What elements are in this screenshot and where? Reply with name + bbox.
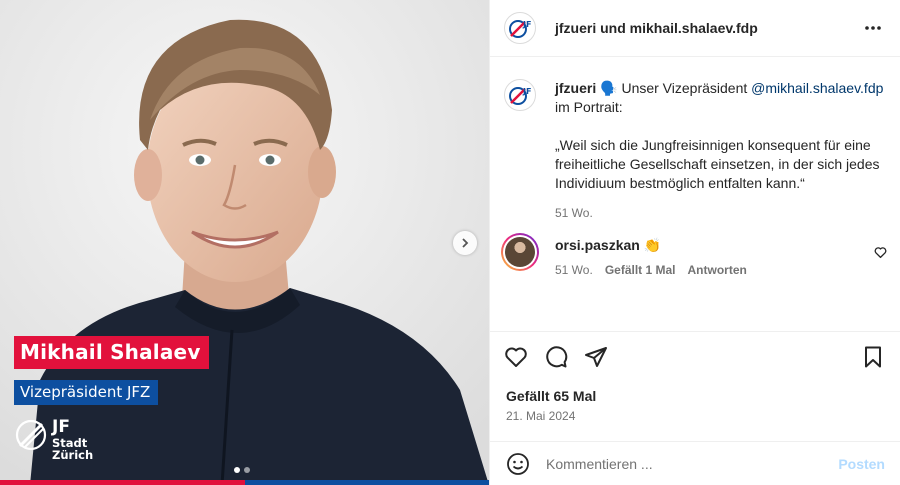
action-bar [504,345,608,369]
save-button[interactable] [861,345,885,369]
heart-icon [505,347,527,367]
comment-composer: Posten [490,441,900,485]
comment-likes[interactable]: Gefällt 1 Mal [605,261,676,280]
paper-plane-icon [585,347,607,367]
post-authors[interactable]: jfzueri und mikhail.shalaev.fdp [555,20,758,36]
heart-outline-icon [874,247,887,259]
post-side-panel: JF jfzueri und mikhail.shalaev.fdp JF jf… [489,0,900,485]
portrait-photo [0,0,489,485]
comment-bubble-icon [546,346,568,368]
reply-button[interactable]: Antworten [688,261,747,280]
speaking-emoji: 🗣️ [600,80,618,96]
smiley-icon [507,452,529,475]
commenter-photo [505,237,535,267]
caption-avatar[interactable]: JF [504,79,536,111]
carousel-indicator [234,467,250,473]
caption-username[interactable]: jfzueri [555,80,596,96]
comment-time[interactable]: 51 Wo. [555,261,593,280]
caption-intro-end: im Portrait: [555,99,623,115]
caption-quote: „Weil sich die Jungfreisinnigen konseque… [555,137,880,191]
name-tag: Mikhail Shalaev [14,336,209,369]
comment-body: orsi.paszkan 👏 51 Wo. Gefällt 1 Mal Antw… [555,236,747,280]
carousel-dot [244,467,250,473]
brand-stripe [0,480,489,485]
logo-jf-text: JF [52,417,70,437]
commenter-avatar[interactable] [501,233,539,271]
jf-zurich-logo: JF Stadt Zürich [14,418,93,462]
instagram-post: Mikhail Shalaev Vizepräsident JFZ JF Sta… [0,0,900,485]
more-horizontal-icon [865,26,881,30]
jf-logo-icon: JF [509,20,531,38]
jf-logo-mark-icon [15,419,47,451]
comment-username[interactable]: orsi.paszkan [555,237,640,253]
jf-logo-icon: JF [509,87,531,105]
comment-like-button[interactable] [874,246,887,262]
chevron-right-icon [462,238,469,248]
carousel-next-button[interactable] [453,231,477,255]
emoji-picker-button[interactable] [506,452,530,476]
carousel-dot-active [234,467,240,473]
like-button[interactable] [504,345,528,369]
post-date[interactable]: 21. Mai 2024 [506,409,575,423]
role-tag: Vizepräsident JFZ [14,380,159,405]
logo-line2: Zürich [52,448,94,463]
likes-count[interactable]: Gefällt 65 Mal [506,388,596,404]
comment-button[interactable] [544,345,568,369]
caption-time[interactable]: 51 Wo. [555,204,894,223]
more-options-button[interactable] [863,18,883,41]
post-caption: JF jfzueri 🗣️ Unser Vizepräsident @mikha… [504,79,894,223]
caption-text: jfzueri 🗣️ Unser Vizepräsident @mikhail.… [555,79,894,223]
caption-intro: Unser Vizepräsident [617,80,752,96]
post-header: JF jfzueri und mikhail.shalaev.fdp [490,0,900,57]
bookmark-icon [865,346,881,368]
post-media[interactable]: Mikhail Shalaev Vizepräsident JFZ JF Sta… [0,0,489,485]
post-comment-button[interactable]: Posten [838,456,885,472]
svg-text:JF: JF [522,20,531,29]
caption-mention-link[interactable]: @mikhail.shalaev.fdp [751,80,883,96]
comment-input[interactable] [546,455,826,472]
svg-text:JF: JF [522,87,531,96]
post-actions-section: Gefällt 65 Mal 21. Mai 2024 [490,331,900,441]
comment-text: 👏 [643,237,662,253]
share-button[interactable] [584,345,608,369]
comment-item: orsi.paszkan 👏 51 Wo. Gefällt 1 Mal Antw… [501,233,894,280]
comment-meta: 51 Wo. Gefällt 1 Mal Antworten [555,261,747,280]
account-avatar[interactable]: JF [504,12,536,44]
